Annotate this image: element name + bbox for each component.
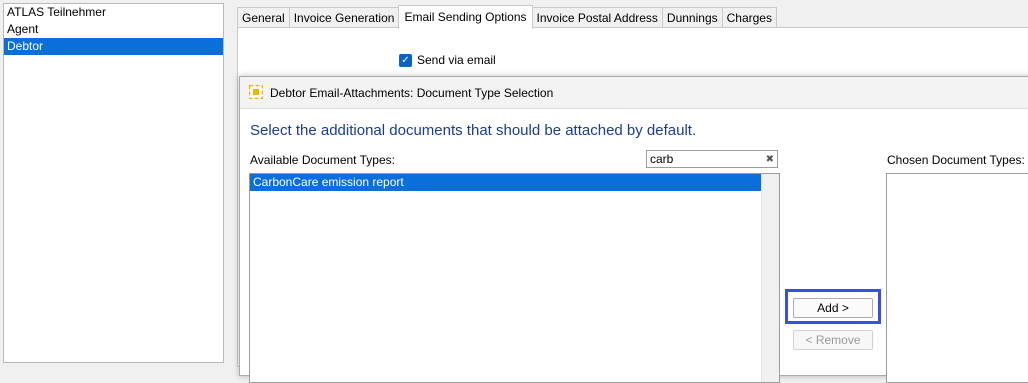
- available-types-label: Available Document Types:: [250, 153, 395, 167]
- chosen-types-list[interactable]: [886, 173, 1028, 383]
- send-via-email-label: Send via email: [417, 53, 496, 67]
- filter-input[interactable]: [650, 152, 760, 166]
- available-types-list[interactable]: CarbonCare emission report: [249, 173, 780, 383]
- tab-email-sending-options[interactable]: Email Sending Options: [398, 5, 533, 29]
- add-button[interactable]: Add >: [793, 298, 873, 318]
- remove-button[interactable]: < Remove: [793, 330, 873, 350]
- tab-charges[interactable]: Charges: [721, 7, 777, 28]
- dialog-titlebar[interactable]: Debtor Email-Attachments: Document Type …: [240, 77, 1028, 109]
- tab-invoice-generation[interactable]: Invoice Generation: [288, 7, 400, 28]
- filter-field[interactable]: ✖: [646, 150, 778, 168]
- tree-item-agent[interactable]: Agent: [4, 21, 223, 38]
- tab-invoice-postal-address[interactable]: Invoice Postal Address: [531, 7, 663, 28]
- send-via-email-checkbox[interactable]: ✓: [399, 53, 412, 67]
- tab-dunnings[interactable]: Dunnings: [661, 7, 723, 28]
- tree-item-atlas-teilnehmer[interactable]: ATLAS Teilnehmer: [4, 4, 223, 21]
- tree-item-debtor[interactable]: Debtor: [4, 38, 223, 55]
- send-via-email-option[interactable]: ✓ Send via email: [399, 53, 496, 67]
- settings-tabs: General Invoice Generation Email Sending…: [237, 5, 777, 29]
- list-item[interactable]: CarbonCare emission report: [250, 174, 761, 191]
- dialog-title: Debtor Email-Attachments: Document Type …: [270, 86, 554, 100]
- app-logo-icon: [249, 85, 263, 99]
- clear-filter-icon[interactable]: ✖: [766, 152, 774, 167]
- tab-general[interactable]: General: [237, 7, 290, 28]
- available-list-scrollbar[interactable]: [761, 174, 779, 382]
- chosen-types-label: Chosen Document Types:: [887, 153, 1025, 167]
- dialog-heading: Select the additional documents that sho…: [250, 122, 697, 139]
- entity-tree[interactable]: ATLAS Teilnehmer Agent Debtor: [3, 3, 224, 363]
- document-type-selection-dialog: Debtor Email-Attachments: Document Type …: [239, 76, 1028, 383]
